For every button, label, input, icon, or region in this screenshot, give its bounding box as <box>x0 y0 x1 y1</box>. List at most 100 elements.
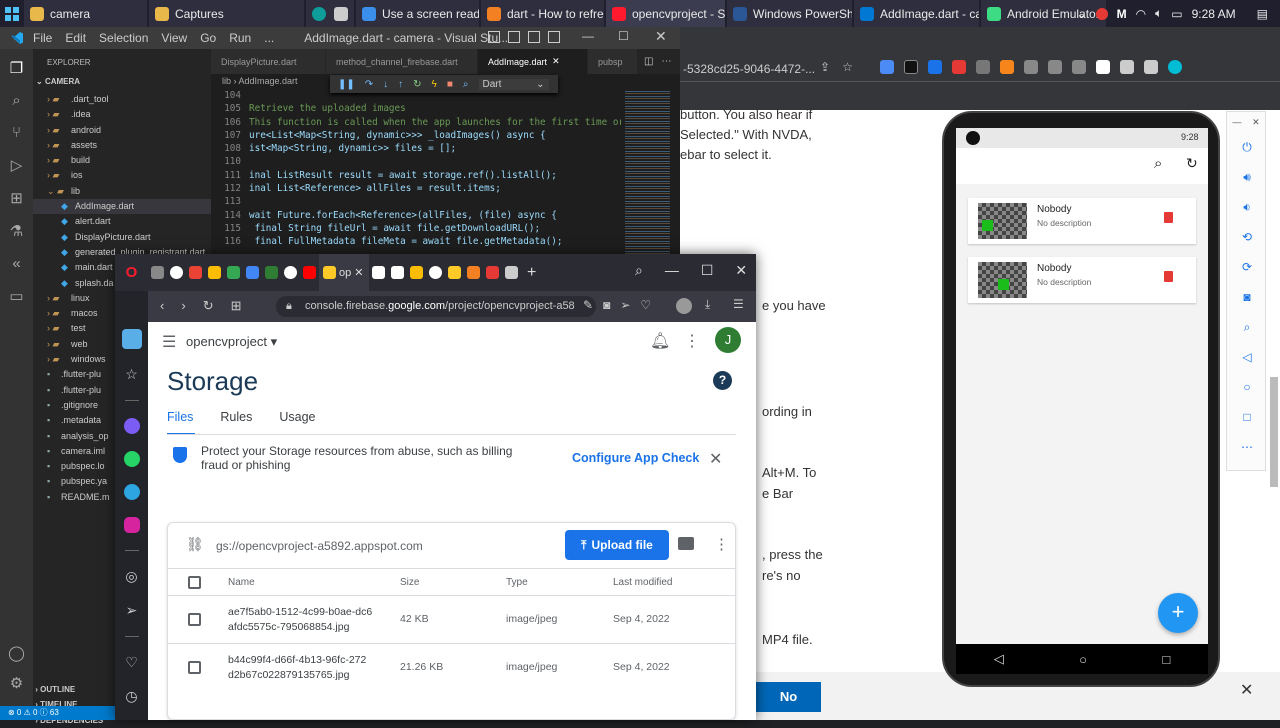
extension-icon[interactable] <box>1048 60 1062 74</box>
minimize-button[interactable]: — <box>1232 117 1241 127</box>
menu-more[interactable]: ... <box>264 31 274 45</box>
language-select[interactable]: Dart ⌄ <box>478 78 549 90</box>
tree-item[interactable]: ◆ DisplayPicture.dart <box>33 230 211 245</box>
explorer-icon[interactable]: ❐ <box>10 59 23 77</box>
tray-app-icon[interactable]: M <box>1117 7 1127 21</box>
no-button[interactable]: No <box>756 682 821 712</box>
tree-item[interactable]: ◆ AddImage.dart <box>33 199 211 215</box>
scrollbar[interactable] <box>1270 377 1278 487</box>
close-button[interactable]: ✕ <box>1252 117 1260 128</box>
back-icon[interactable]: ‹ <box>160 298 164 314</box>
restart-icon[interactable]: ↻ <box>413 79 421 90</box>
column-size[interactable]: Size <box>400 577 419 588</box>
tab-icon[interactable] <box>429 266 442 279</box>
messenger-icon[interactable] <box>123 418 140 434</box>
tab-icon[interactable] <box>391 266 404 279</box>
terminal-icon[interactable]: ▭ <box>9 287 23 305</box>
upload-file-button[interactable]: ⤒ Upload file <box>565 530 669 560</box>
tree-item[interactable]: ◆ alert.dart <box>33 214 211 229</box>
menu-go[interactable]: Go <box>200 31 216 45</box>
volume-down-icon[interactable]: 🔉︎ <box>1227 192 1267 222</box>
extension-icon[interactable] <box>1024 60 1038 74</box>
select-all-checkbox[interactable] <box>188 576 201 589</box>
add-image-fab[interactable]: + <box>1158 593 1198 633</box>
tab-icon[interactable] <box>151 266 164 279</box>
refresh-icon[interactable]: ↻ <box>1186 155 1198 172</box>
tab-usage[interactable]: Usage <box>279 410 315 424</box>
tree-item[interactable]: ⌄ ▰ lib <box>33 184 211 199</box>
project-selector[interactable]: opencvproject ▾ <box>186 334 277 350</box>
extension-icon[interactable] <box>880 60 894 74</box>
close-feedback-icon[interactable]: ✕ <box>1240 680 1253 700</box>
send-icon[interactable]: ➢ <box>620 298 630 312</box>
testing-icon[interactable]: ⚗ <box>10 222 23 240</box>
taskbar-item[interactable]: Use a screen reader ... <box>356 0 479 27</box>
extension-icon[interactable] <box>1000 60 1014 74</box>
layout-icon[interactable] <box>488 31 500 43</box>
tree-item[interactable]: › ▰ .idea <box>33 107 211 122</box>
tab-method-channel[interactable]: method_channel_firebase.dart <box>326 49 478 74</box>
tab-files[interactable]: Files <box>167 410 193 424</box>
table-row[interactable]: b44c99f4-d66f-4b13-96fc-272 d2b67c0228791… <box>168 644 735 692</box>
tab-icon[interactable] <box>410 266 423 279</box>
zoom-icon[interactable]: ⌕ <box>1227 312 1267 342</box>
inspect-icon[interactable]: ⌕ <box>463 79 469 90</box>
url-field[interactable]: 🔒︎ console.firebase.google.com/project/o… <box>276 296 596 317</box>
close-tab-icon[interactable]: ✕ <box>354 266 363 279</box>
extensions-icon[interactable]: ⊞ <box>10 189 23 207</box>
minimize-button[interactable]: — <box>582 29 594 43</box>
menu-edit[interactable]: Edit <box>65 31 86 45</box>
clock[interactable]: 9:28 AM <box>1192 7 1236 21</box>
extension-icon[interactable] <box>904 60 918 74</box>
back-icon[interactable]: ◁ <box>1227 342 1267 372</box>
delete-icon[interactable] <box>1164 271 1173 282</box>
extension-icon[interactable] <box>1096 60 1110 74</box>
table-row[interactable]: ae7f5ab0-1512-4c99-b0ae-dc6 afdc5575c-795… <box>168 596 735 644</box>
history-icon[interactable]: ◷ <box>125 688 137 705</box>
help-icon[interactable]: ? <box>713 371 732 390</box>
delete-icon[interactable] <box>1164 212 1173 223</box>
tab-icon[interactable] <box>486 266 499 279</box>
more-actions-icon[interactable]: ⋯ <box>661 56 671 67</box>
maximize-button[interactable]: ☐ <box>701 262 714 279</box>
easy-setup-icon[interactable]: ☰ <box>733 297 744 311</box>
tab-icon[interactable] <box>505 266 518 279</box>
code-editor[interactable]: 104 105 Retrieve the uploaded images 106 Thi… <box>211 89 621 249</box>
extension-icon[interactable] <box>1072 60 1086 74</box>
rotate-right-icon[interactable]: ⟳ <box>1227 252 1267 282</box>
pause-icon[interactable]: ❚❚ <box>338 79 355 90</box>
tab-icon[interactable] <box>303 266 316 279</box>
tray-app-icon[interactable] <box>1095 7 1108 20</box>
maximize-button[interactable]: ☐ <box>618 29 629 43</box>
taskbar-item[interactable]: opencvproject - Stor... <box>606 0 725 27</box>
bucket-path[interactable]: gs://opencvproject-a5892.appspot.com <box>216 539 423 553</box>
close-tab-icon[interactable]: ✕ <box>552 56 560 67</box>
player-icon[interactable]: ◎ <box>125 568 137 585</box>
menu-run[interactable]: Run <box>229 31 251 45</box>
overview-icon[interactable]: □ <box>1227 402 1267 432</box>
tree-item[interactable]: › ▰ ios <box>33 168 211 183</box>
telegram-icon[interactable] <box>123 484 140 500</box>
tab-icon[interactable] <box>265 266 278 279</box>
stop-icon[interactable]: ■ <box>447 79 453 90</box>
puzzle-icon[interactable] <box>1120 60 1134 74</box>
image-list-item[interactable]: Nobody No description <box>968 198 1196 244</box>
home-icon[interactable]: ○ <box>1227 372 1267 402</box>
column-last-modified[interactable]: Last modified <box>613 577 672 588</box>
tab-addimage[interactable]: AddImage.dart ✕ <box>478 49 588 74</box>
file-name[interactable]: b44c99f4-d66f-4b13-96fc-272 d2b67c0228791… <box>228 653 366 683</box>
account-icon[interactable]: ◯ <box>8 644 25 662</box>
taskbar-item[interactable]: Captures <box>149 0 304 27</box>
breadcrumb-text[interactable]: lib › AddImage.dart <box>222 76 298 86</box>
taskbar-item[interactable]: AddImage.dart - ca... <box>854 0 979 27</box>
extension-icon[interactable] <box>976 60 990 74</box>
store-icon[interactable] <box>334 6 348 21</box>
minimap[interactable] <box>625 89 670 254</box>
reload-icon[interactable]: ↻ <box>203 298 214 314</box>
close-button[interactable]: ✕ <box>655 28 667 45</box>
more-vert-icon[interactable]: ⋮ <box>684 331 700 351</box>
search-icon[interactable]: ⌕ <box>12 92 20 109</box>
tab-icon[interactable] <box>372 266 385 279</box>
share-icon[interactable]: ⇪ <box>820 60 830 74</box>
file-name[interactable]: ae7f5ab0-1512-4c99-b0ae-dc6 afdc5575c-795… <box>228 605 372 635</box>
